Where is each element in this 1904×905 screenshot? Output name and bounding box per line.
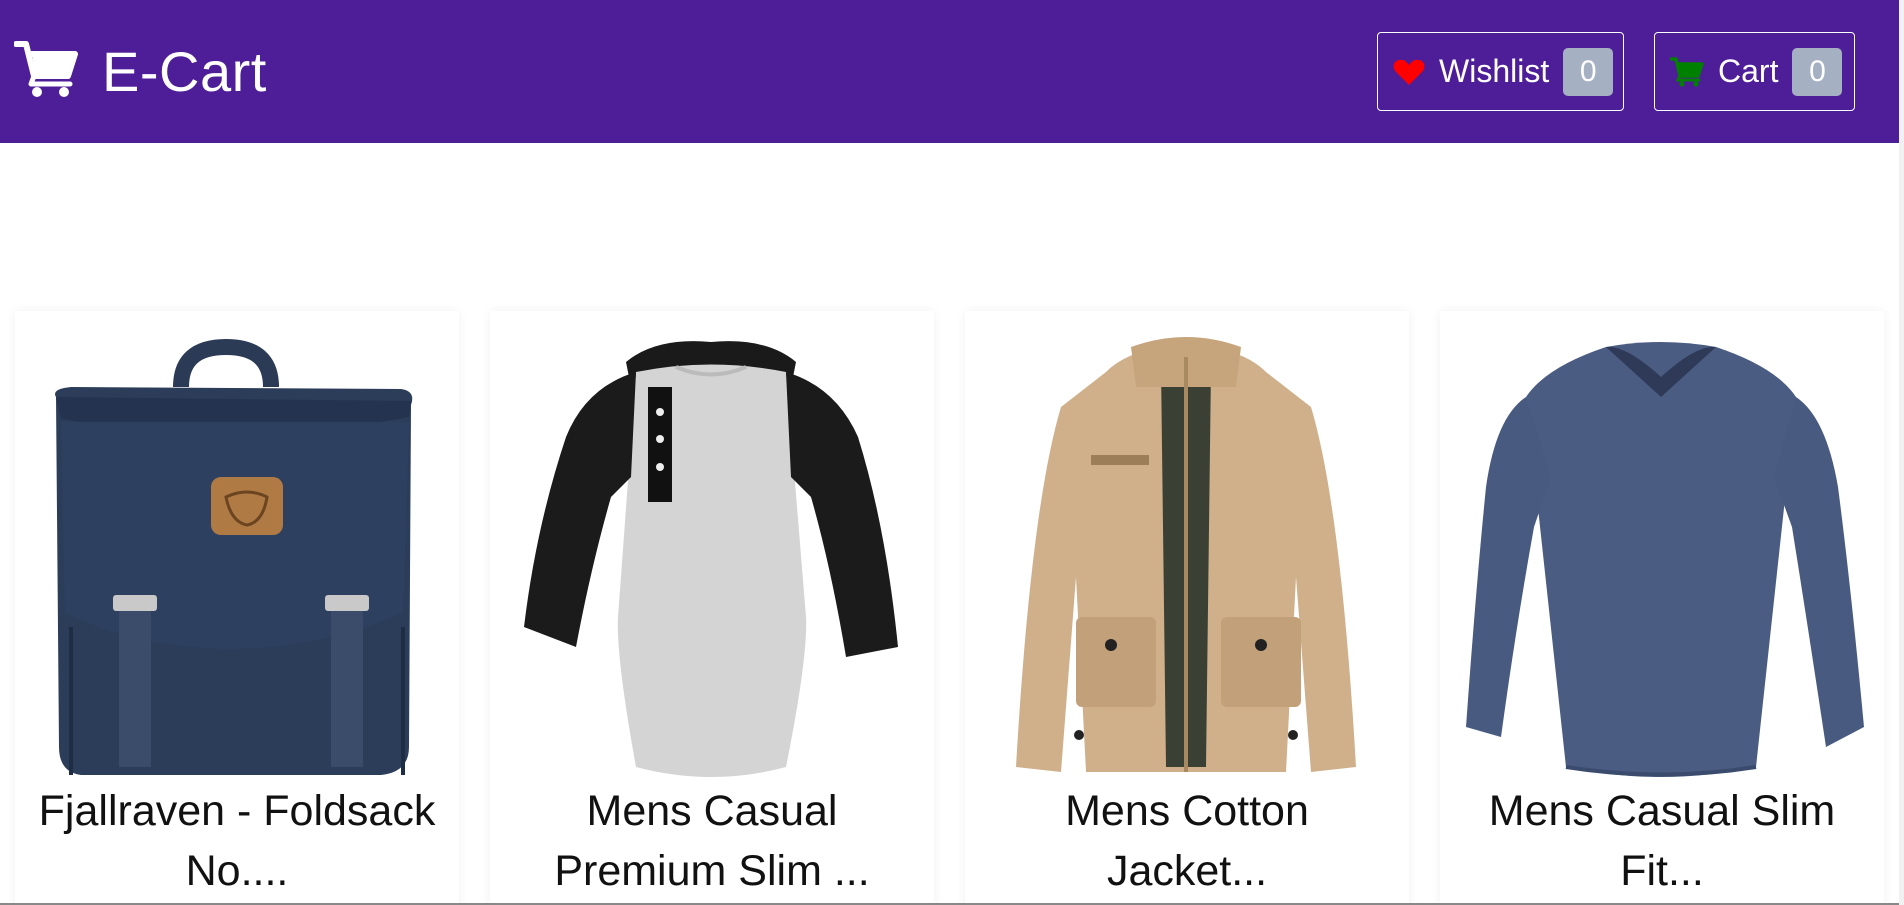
product-card[interactable]: Mens Cotton Jacket... [965, 311, 1409, 905]
heart-icon [1393, 57, 1425, 87]
product-card[interactable]: Fjallraven - Foldsack No.... [15, 311, 459, 905]
product-title[interactable]: Fjallraven - Foldsack No.... [15, 781, 459, 901]
cart-count-badge: 0 [1792, 47, 1843, 96]
cart-label: Cart [1718, 53, 1779, 89]
backpack-image[interactable] [31, 327, 443, 782]
wishlist-label: Wishlist [1439, 53, 1550, 89]
cart-icon [13, 40, 78, 103]
product-title[interactable]: Mens Cotton Jacket... [965, 781, 1409, 901]
wishlist-count-badge: 0 [1563, 47, 1614, 96]
cart-icon [1670, 56, 1704, 87]
cart-button[interactable]: Cart 0 [1654, 32, 1855, 111]
cotton-jacket-image[interactable] [981, 327, 1393, 782]
raglan-tshirt-image[interactable] [506, 327, 918, 782]
navbar: E-Cart Wishlist 0 Cart 0 [0, 0, 1899, 143]
longsleeve-tshirt-image[interactable] [1456, 327, 1868, 782]
product-card[interactable]: Mens Casual Premium Slim ... [490, 311, 934, 905]
product-card[interactable]: Mens Casual Slim Fit... [1440, 311, 1884, 905]
brand-title: E-Cart [102, 40, 267, 103]
product-title[interactable]: Mens Casual Slim Fit... [1440, 781, 1884, 901]
brand[interactable]: E-Cart [13, 39, 267, 104]
nav-actions: Wishlist 0 Cart 0 [1347, 32, 1855, 111]
product-title[interactable]: Mens Casual Premium Slim ... [490, 781, 934, 901]
wishlist-button[interactable]: Wishlist 0 [1377, 32, 1624, 111]
product-grid: Fjallraven - Foldsack No.... Mens Casual… [15, 311, 1885, 905]
scrollbar[interactable] [1899, 0, 1904, 905]
